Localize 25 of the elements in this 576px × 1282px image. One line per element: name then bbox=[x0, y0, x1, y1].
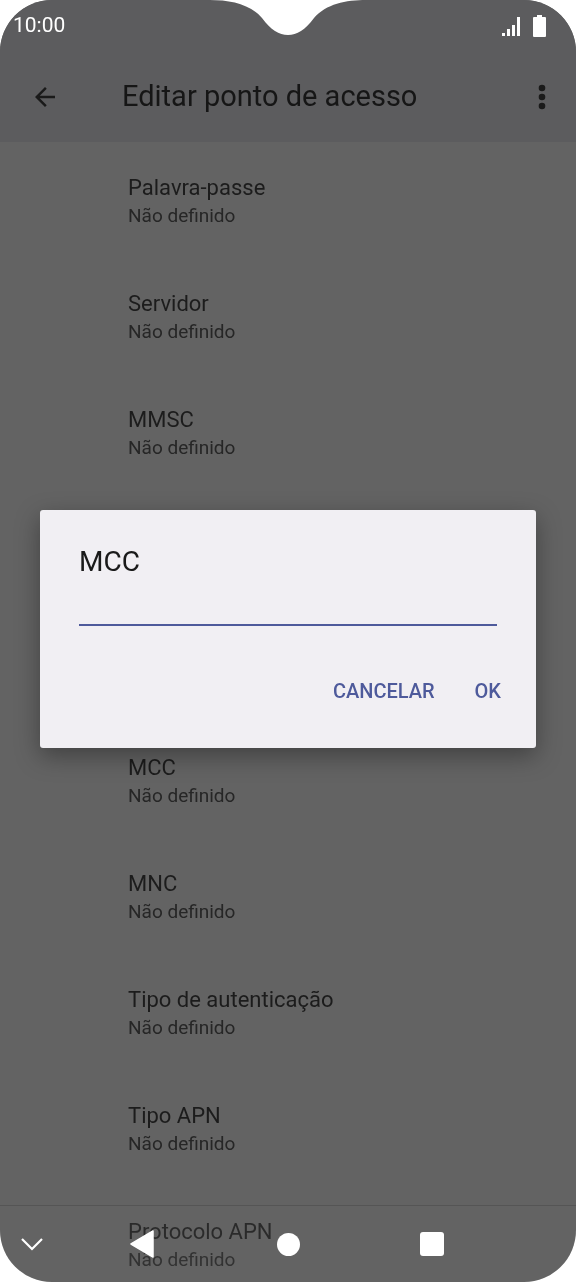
setting-title[interactable]: MNC bbox=[128, 870, 178, 898]
home-icon[interactable] bbox=[277, 1232, 300, 1256]
setting-title[interactable]: MCC bbox=[128, 754, 176, 782]
setting-title[interactable]: Tipo APN bbox=[128, 1102, 221, 1130]
setting-title[interactable]: Protocolo APN bbox=[128, 1218, 273, 1246]
setting-value: Não definido bbox=[128, 319, 236, 345]
setting-value: Não definido bbox=[128, 899, 236, 925]
setting-title[interactable]: Servidor bbox=[128, 290, 209, 318]
dialog-button[interactable]: OK bbox=[462, 668, 513, 714]
dialog-title: MCC bbox=[79, 544, 140, 580]
setting-value: Não definido bbox=[128, 1131, 236, 1157]
setting-title[interactable]: MMSC bbox=[128, 406, 194, 434]
more-options-icon[interactable] bbox=[538, 84, 546, 110]
setting-value: Não definido bbox=[128, 783, 236, 809]
dialog-button[interactable]: CANCELAR bbox=[320, 668, 447, 714]
battery-icon bbox=[533, 15, 546, 37]
setting-value: Não definido bbox=[128, 1015, 236, 1041]
setting-title[interactable]: Palavra-passe bbox=[128, 174, 266, 202]
app-bar-title: Editar ponto de acesso bbox=[122, 78, 419, 116]
setting-title[interactable]: Tipo de autenticação bbox=[128, 986, 334, 1014]
chevron-down-icon[interactable] bbox=[21, 1237, 43, 1251]
signal-icon bbox=[501, 15, 523, 37]
setting-value: Não definido bbox=[128, 435, 236, 461]
status-time: 10:00 bbox=[13, 12, 66, 40]
setting-value: Não definido bbox=[128, 203, 236, 229]
